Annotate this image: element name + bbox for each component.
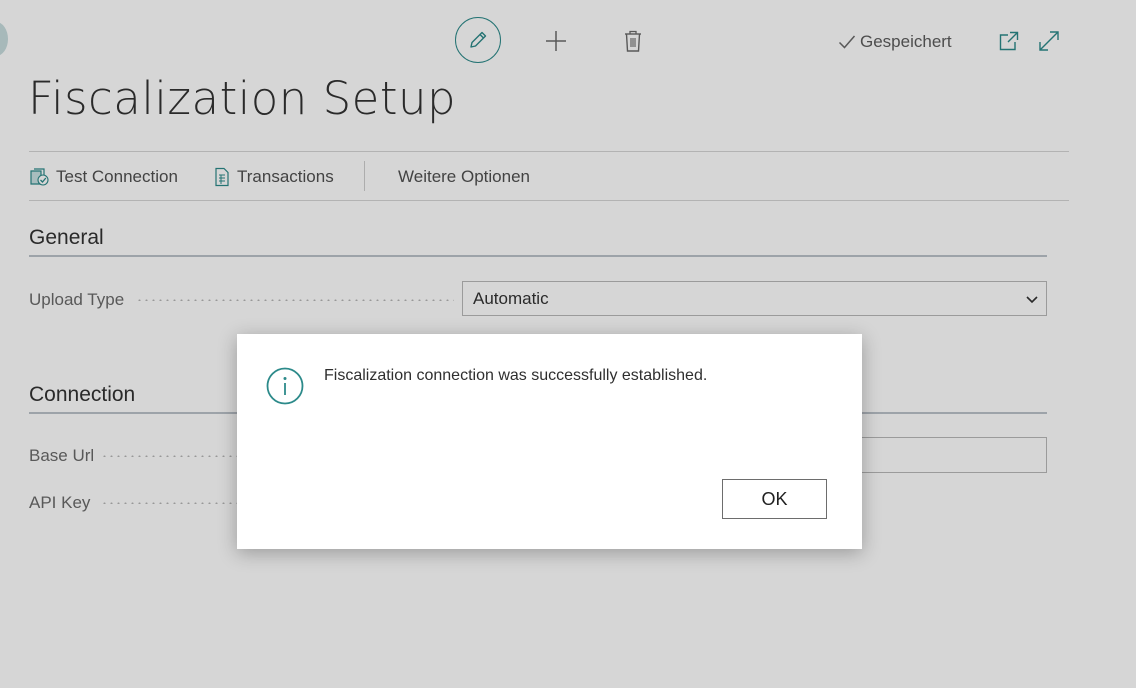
info-icon [266, 367, 304, 405]
ok-button[interactable]: OK [722, 479, 827, 519]
info-dialog: Fiscalization connection was successfull… [237, 334, 862, 549]
dialog-message: Fiscalization connection was successfull… [324, 367, 708, 384]
